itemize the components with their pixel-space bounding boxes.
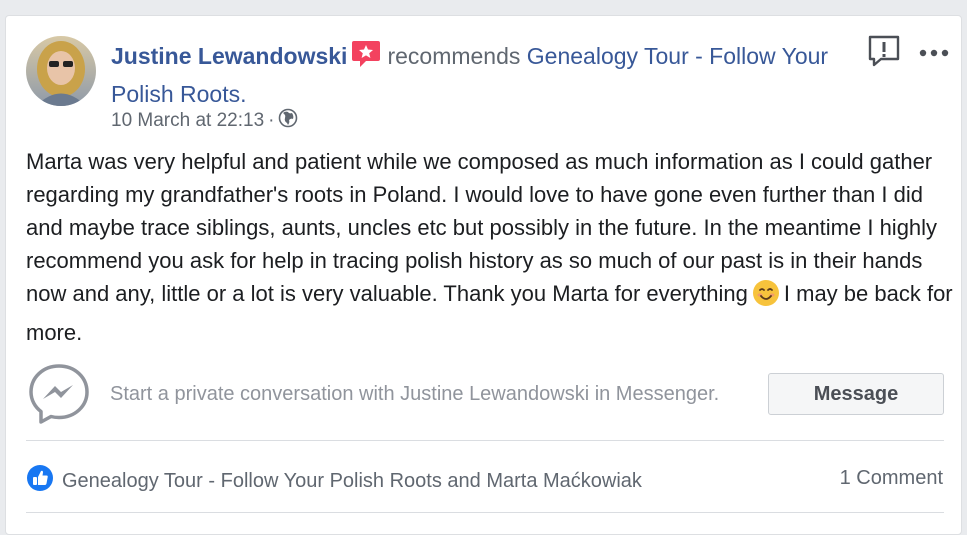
messenger-icon[interactable] xyxy=(26,361,92,432)
more-options-icon[interactable] xyxy=(919,45,949,63)
author-avatar[interactable] xyxy=(26,36,96,106)
reactions-summary[interactable]: Genealogy Tour - Follow Your Polish Root… xyxy=(26,464,642,498)
bottom-divider xyxy=(26,512,944,513)
report-icon[interactable] xyxy=(867,34,901,73)
divider xyxy=(26,440,944,441)
post-timestamp[interactable]: 10 March at 22:13 xyxy=(111,110,264,132)
like-icon xyxy=(26,464,54,498)
meta-separator: · xyxy=(268,110,275,131)
post-actions xyxy=(867,34,949,73)
globe-icon[interactable] xyxy=(278,108,298,134)
post-card: Justine Lewandowski recommends Genealogy … xyxy=(5,15,962,535)
messenger-prompt-row: Start a private conversation with Justin… xyxy=(26,361,944,429)
message-button[interactable]: Message xyxy=(768,373,944,415)
author-name[interactable]: Justine Lewandowski xyxy=(111,43,347,69)
post-header: Justine Lewandowski recommends Genealogy … xyxy=(111,39,831,111)
recommendation-badge-icon xyxy=(351,39,381,78)
post-meta: 10 March at 22:13 · xyxy=(111,108,298,134)
recommends-verb: recommends xyxy=(387,43,521,69)
comment-count-link[interactable]: 1 Comment xyxy=(840,467,943,490)
messenger-prompt-text: Start a private conversation with Justin… xyxy=(110,383,720,405)
post-body: Marta was very helpful and patient while… xyxy=(26,145,956,349)
smiling-face-icon xyxy=(752,279,780,316)
likes-text: Genealogy Tour - Follow Your Polish Root… xyxy=(62,469,642,492)
